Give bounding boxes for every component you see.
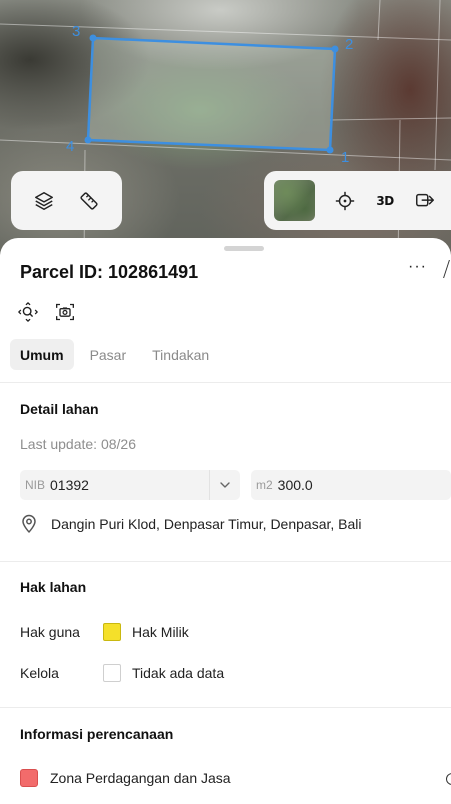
area-value: 300.0	[277, 477, 313, 493]
zone-color-swatch	[20, 769, 38, 787]
sheet-header: Parcel ID: 102861491	[20, 260, 451, 284]
sheet-drag-handle[interactable]	[224, 246, 264, 251]
locate-button[interactable]	[325, 181, 365, 221]
tab-pasar[interactable]: Pasar	[80, 339, 137, 370]
layers-button[interactable]	[24, 181, 64, 221]
detail-heading: Detail lahan	[20, 401, 99, 417]
zoom-to-parcel-icon	[18, 302, 38, 322]
nib-prefix: NIB	[25, 478, 46, 492]
vertex-2[interactable]	[331, 45, 339, 53]
zone-row[interactable]: Zona Perdagangan dan Jasa	[20, 769, 231, 787]
nib-select[interactable]: NIB 01392	[20, 470, 240, 500]
zone-info-icon[interactable]	[446, 773, 451, 785]
area-field[interactable]: m2 300.0	[251, 470, 451, 500]
right-color-swatch	[103, 664, 121, 682]
map-view[interactable]: 1 2 3 4 3D	[0, 0, 451, 262]
map-view-panel: 3D	[264, 171, 451, 230]
toggle-3d-button[interactable]: 3D	[365, 181, 405, 221]
screenshot-button[interactable]	[55, 302, 75, 322]
ruler-icon	[80, 191, 98, 210]
measure-button[interactable]	[69, 181, 109, 221]
address-text: Dangin Puri Klod, Denpasar Timur, Denpas…	[51, 516, 362, 532]
chevron-down-icon	[220, 482, 230, 488]
parcel-detail-sheet: Parcel ID: 102861491 ··· Umum Pasar Tind…	[0, 238, 451, 804]
location-pin-icon	[22, 514, 36, 533]
address-row: Dangin Puri Klod, Denpasar Timur, Denpas…	[20, 514, 362, 534]
right-color-swatch	[103, 623, 121, 641]
more-options-button[interactable]: ···	[408, 258, 427, 276]
tab-bar: Umum Pasar Tindakan	[10, 339, 219, 370]
zoom-to-parcel-button[interactable]	[18, 302, 38, 322]
divider	[0, 561, 451, 562]
area-unit: m2	[256, 478, 273, 492]
vertex-label-1: 1	[341, 149, 350, 166]
last-update-text: Last update: 08/26	[20, 436, 136, 452]
parcel-actions	[18, 302, 75, 322]
share-icon	[416, 193, 434, 206]
planning-heading: Informasi perencanaan	[20, 726, 174, 742]
label-3d: 3D	[376, 193, 394, 208]
selected-parcel-polygon[interactable]	[86, 36, 337, 152]
nib-value: 01392	[50, 477, 89, 493]
vertex-1[interactable]	[326, 146, 334, 154]
screenshot-icon	[56, 303, 74, 321]
tab-umum[interactable]: Umum	[10, 339, 74, 370]
vertex-label-3: 3	[72, 23, 81, 40]
nib-dropdown-toggle[interactable]	[209, 470, 240, 500]
right-value: Hak Milik	[132, 624, 189, 640]
vertex-label-4: 4	[66, 138, 75, 155]
crosshair-icon	[335, 191, 355, 210]
tab-tindakan[interactable]: Tindakan	[142, 339, 219, 370]
basemap-thumbnail[interactable]	[274, 180, 315, 221]
divider	[0, 382, 451, 383]
zone-label: Zona Perdagangan dan Jasa	[50, 770, 231, 786]
share-button[interactable]	[405, 181, 445, 221]
right-key: Kelola	[20, 665, 59, 681]
map-tools-panel	[11, 171, 122, 230]
layers-icon	[34, 191, 53, 210]
divider	[0, 707, 451, 708]
vertex-label-2: 2	[345, 36, 354, 53]
vertex-3[interactable]	[89, 34, 97, 42]
parcel-title: Parcel ID: 102861491	[20, 261, 199, 282]
right-key: Hak guna	[20, 624, 80, 640]
right-row-hak-guna: Hak guna Hak Milik	[20, 623, 189, 641]
vertex-4[interactable]	[84, 136, 92, 144]
right-value: Tidak ada data	[132, 665, 225, 681]
right-row-kelola: Kelola Tidak ada data	[20, 664, 224, 682]
rights-heading: Hak lahan	[20, 579, 87, 595]
